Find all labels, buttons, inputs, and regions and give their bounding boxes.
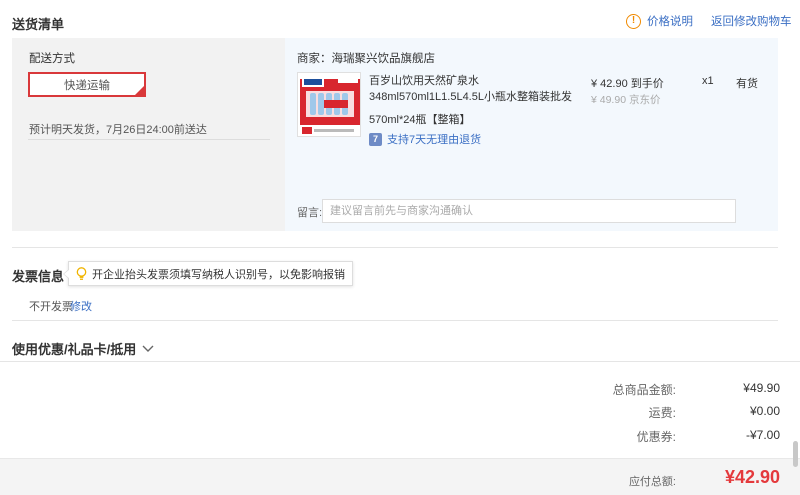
seven-day-return-icon: 7 xyxy=(369,132,382,146)
product-spec: 570ml*24瓶【整箱】 xyxy=(369,114,471,126)
chevron-down-icon xyxy=(142,345,154,352)
coupon-toggle[interactable]: 使用优惠/礼品卡/抵用 xyxy=(12,339,154,358)
product-thumbnail[interactable] xyxy=(297,72,361,137)
warning-icon: ! xyxy=(626,13,641,29)
coupon-label: 优惠券: xyxy=(636,430,676,444)
shipping-method-label: 配送方式 xyxy=(29,53,75,65)
invoice-title: 发票信息 xyxy=(12,269,65,284)
total-goods-value: ¥49.90 xyxy=(743,381,780,395)
delivery-eta: 预计明天发货，7月26日24:00前送达 xyxy=(29,124,207,136)
payable-total-label: 应付总额: xyxy=(628,476,676,488)
final-price: ¥ 42.90 到手价 xyxy=(591,78,664,90)
invoice-tip-text: 开企业抬头发票须填写纳税人识别号，以免影响报销 xyxy=(92,268,345,281)
message-input[interactable] xyxy=(322,199,736,223)
coupon-value: -¥7.00 xyxy=(745,428,780,442)
invoice-modify-link[interactable]: 修改 xyxy=(70,298,92,314)
selected-check-corner-icon xyxy=(135,86,144,95)
merchant-panel: 商家：海瑞聚兴饮品旗舰店 百岁山饮用天然矿泉水 348ml570ml1L1.5L… xyxy=(285,38,778,231)
back-to-cart-link[interactable]: 返回修改购物车 xyxy=(711,13,792,29)
product-title-line-1[interactable]: 百岁山饮用天然矿泉水 xyxy=(369,73,579,89)
price-help-link[interactable]: ! 价格说明 xyxy=(626,13,693,29)
invoice-status: 不开发票 xyxy=(29,301,73,313)
page-scrollbar[interactable] xyxy=(793,441,798,467)
shipping-divider xyxy=(28,139,270,140)
shipping-panel: 配送方式 快递运输 预计明天发货，7月26日24:00前送达 xyxy=(12,38,285,231)
return-policy-text: 支持7天无理由退货 xyxy=(387,134,482,146)
coupon-title: 使用优惠/礼品卡/抵用 xyxy=(12,342,137,357)
invoice-tooltip: 开企业抬头发票须填写纳税人识别号，以免影响报销 xyxy=(63,261,353,286)
jd-price: ¥ 49.90 京东价 xyxy=(591,94,661,106)
message-label: 留言: xyxy=(297,207,323,219)
lightbulb-icon xyxy=(75,266,87,281)
payable-total-value: ¥42.90 xyxy=(724,467,780,487)
product-title-line-2[interactable]: 348ml570ml1L1.5L4.5L小瓶水整箱装批发 xyxy=(369,89,579,105)
express-shipping-label: 快递运输 xyxy=(64,79,110,92)
quantity: x1 xyxy=(702,75,714,87)
section-divider xyxy=(12,320,778,321)
total-bar: 应付总额: ¥42.90 xyxy=(0,458,800,495)
water-bottle-pack-icon xyxy=(298,73,360,136)
delivery-list-title: 送货清单 xyxy=(12,17,65,32)
merchant-name: 商家：海瑞聚兴饮品旗舰店 xyxy=(297,53,435,65)
price-help-label: 价格说明 xyxy=(647,16,693,28)
section-divider xyxy=(12,247,778,248)
shipping-fee-label: 运费: xyxy=(648,406,676,420)
total-goods-label: 总商品金额: xyxy=(612,383,676,397)
shipping-fee-value: ¥0.00 xyxy=(749,404,780,418)
stock-status: 有货 xyxy=(736,78,758,90)
express-shipping-button[interactable]: 快递运输 xyxy=(28,72,146,97)
product-info: 百岁山饮用天然矿泉水 348ml570ml1L1.5L4.5L小瓶水整箱装批发 … xyxy=(369,73,579,147)
return-policy-row: 7 支持7天无理由退货 xyxy=(369,131,579,147)
